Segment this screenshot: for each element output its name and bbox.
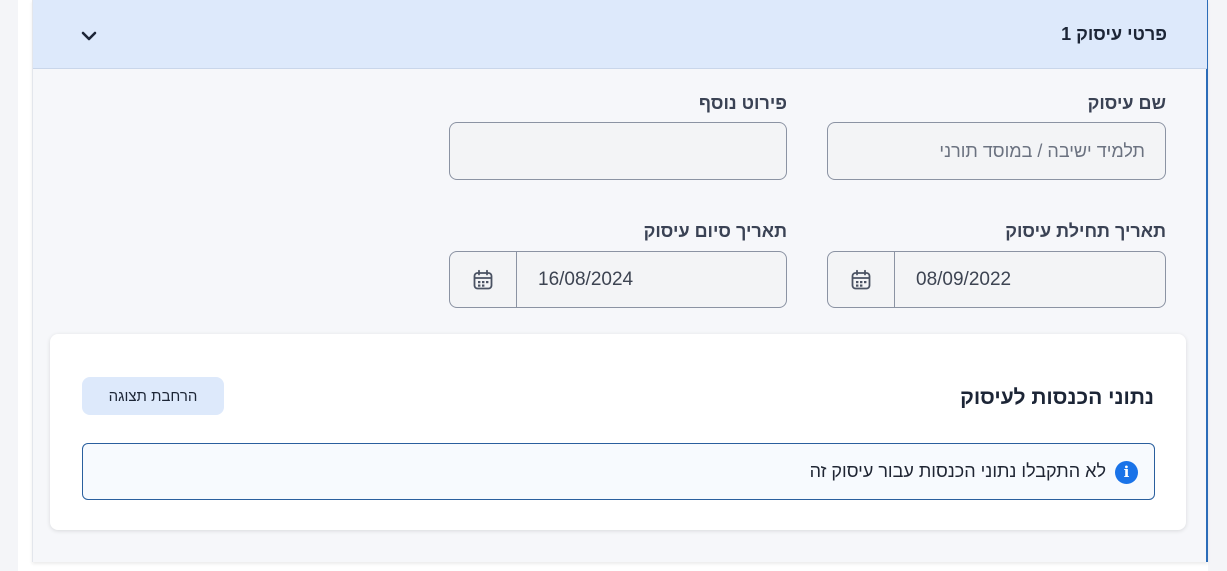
expand-view-button[interactable]: הרחבת תצוגה: [82, 377, 224, 415]
end-date-label: תאריך סיום עיסוק: [643, 221, 787, 241]
start-date-field[interactable]: 08/09/2022: [827, 251, 1166, 308]
additional-details-label: פירוט נוסף: [698, 93, 787, 113]
chevron-down-icon[interactable]: [79, 26, 99, 46]
info-message: לא התקבלו נתוני הכנסות עבור עיסוק זה: [809, 461, 1106, 481]
calendar-icon: [851, 269, 871, 289]
end-date-value[interactable]: 16/08/2024: [538, 252, 633, 307]
start-date-label: תאריך תחילת עיסוק: [1005, 221, 1166, 241]
start-date-value[interactable]: 08/09/2022: [916, 252, 1011, 307]
start-date-calendar-button[interactable]: [828, 252, 895, 307]
end-date-field[interactable]: 16/08/2024: [449, 251, 787, 308]
occupation-name-label: שם עיסוק: [1087, 93, 1166, 113]
occupation-panel-header[interactable]: פרטי עיסוק 1: [33, 0, 1207, 69]
additional-details-input[interactable]: [449, 122, 787, 180]
info-icon: i: [1115, 461, 1138, 484]
calendar-icon: [473, 269, 493, 289]
income-data-card: נתוני הכנסות לעיסוק הרחבת תצוגה i לא התק…: [50, 334, 1186, 530]
end-date-calendar-button[interactable]: [450, 252, 517, 307]
income-card-title: נתוני הכנסות לעיסוק: [960, 386, 1154, 409]
occupation-name-input[interactable]: [827, 122, 1166, 180]
info-alert: i לא התקבלו נתוני הכנסות עבור עיסוק זה: [82, 443, 1155, 500]
panel-title: פרטי עיסוק 1: [1061, 24, 1167, 44]
